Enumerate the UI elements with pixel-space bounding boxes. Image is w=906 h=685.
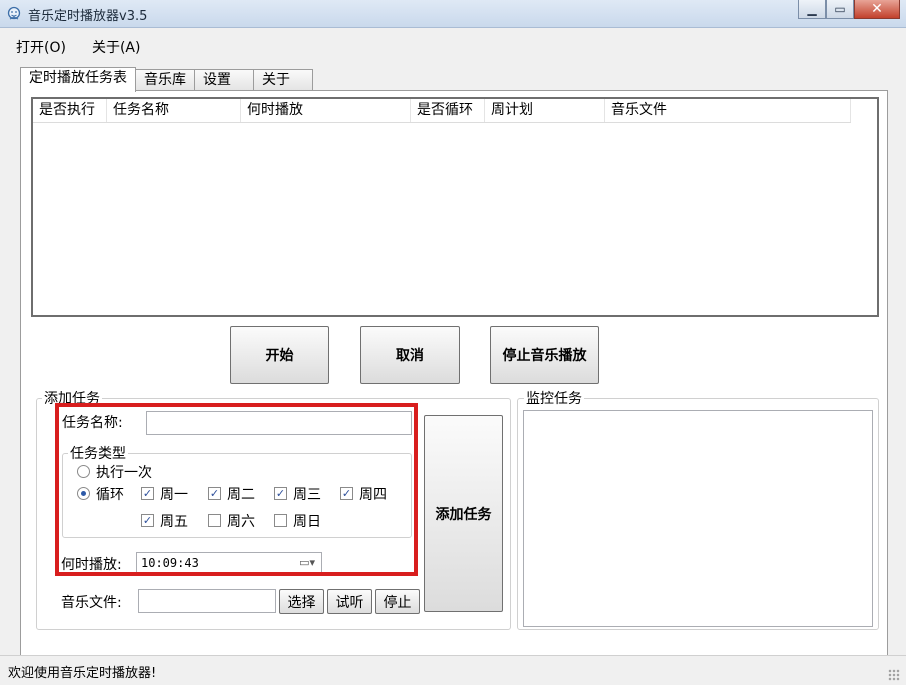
tab-settings[interactable]: 设置 bbox=[194, 69, 254, 91]
column-header-task-name[interactable]: 任务名称 bbox=[107, 99, 241, 122]
tab-music-library[interactable]: 音乐库 bbox=[135, 69, 195, 91]
tab-strip: 定时播放任务表 音乐库 设置 关于 bbox=[20, 67, 313, 92]
menu-bar: 打开(O) 关于(A) bbox=[12, 36, 144, 58]
client-area: 打开(O) 关于(A) 定时播放任务表 音乐库 设置 关于 是否执行 任务名称 … bbox=[0, 28, 906, 685]
cancel-button[interactable]: 取消 bbox=[360, 326, 460, 384]
stop-music-button[interactable]: 停止音乐播放 bbox=[490, 326, 599, 384]
maximize-button[interactable]: ▭ bbox=[826, 0, 854, 19]
highlight-box bbox=[55, 403, 418, 576]
column-header-execute[interactable]: 是否执行 bbox=[33, 99, 107, 122]
menu-open[interactable]: 打开(O) bbox=[12, 36, 70, 58]
minimize-button[interactable]: ▁ bbox=[798, 0, 826, 19]
close-button[interactable]: ✕ bbox=[854, 0, 900, 19]
minimize-icon: ▁ bbox=[807, 2, 817, 16]
menu-about[interactable]: 关于(A) bbox=[88, 36, 145, 58]
window-controls: ▁ ▭ ✕ bbox=[798, 0, 900, 20]
title-bar[interactable]: 音乐定时播放器v3.5 ▁ ▭ ✕ bbox=[0, 0, 906, 28]
add-task-button[interactable]: 添加任务 bbox=[424, 415, 503, 612]
resize-grip[interactable] bbox=[888, 669, 900, 681]
window-title: 音乐定时播放器v3.5 bbox=[28, 9, 148, 24]
tab-about[interactable]: 关于 bbox=[253, 69, 313, 91]
column-header-music-file[interactable]: 音乐文件 bbox=[605, 99, 851, 122]
tab-schedule[interactable]: 定时播放任务表 bbox=[20, 67, 136, 92]
select-file-button[interactable]: 选择 bbox=[279, 589, 324, 614]
monitor-legend: 监控任务 bbox=[524, 388, 584, 408]
column-header-play-time[interactable]: 何时播放 bbox=[241, 99, 411, 122]
monitor-task-list[interactable] bbox=[523, 410, 873, 627]
start-button[interactable]: 开始 bbox=[230, 326, 329, 384]
maximize-icon: ▭ bbox=[834, 2, 846, 16]
music-file-label: 音乐文件: bbox=[61, 595, 122, 611]
task-list[interactable]: 是否执行 任务名称 何时播放 是否循环 周计划 音乐文件 bbox=[31, 97, 879, 317]
column-header-week-plan[interactable]: 周计划 bbox=[485, 99, 605, 122]
app-icon bbox=[7, 6, 21, 20]
column-header-loop[interactable]: 是否循环 bbox=[411, 99, 485, 122]
preview-button[interactable]: 试听 bbox=[327, 589, 372, 614]
task-list-header: 是否执行 任务名称 何时播放 是否循环 周计划 音乐文件 bbox=[33, 99, 851, 123]
stop-preview-button[interactable]: 停止 bbox=[375, 589, 420, 614]
status-text: 欢迎使用音乐定时播放器! bbox=[8, 666, 157, 681]
music-file-input[interactable] bbox=[138, 589, 276, 613]
status-bar: 欢迎使用音乐定时播放器! bbox=[0, 655, 906, 685]
close-icon: ✕ bbox=[871, 1, 883, 17]
